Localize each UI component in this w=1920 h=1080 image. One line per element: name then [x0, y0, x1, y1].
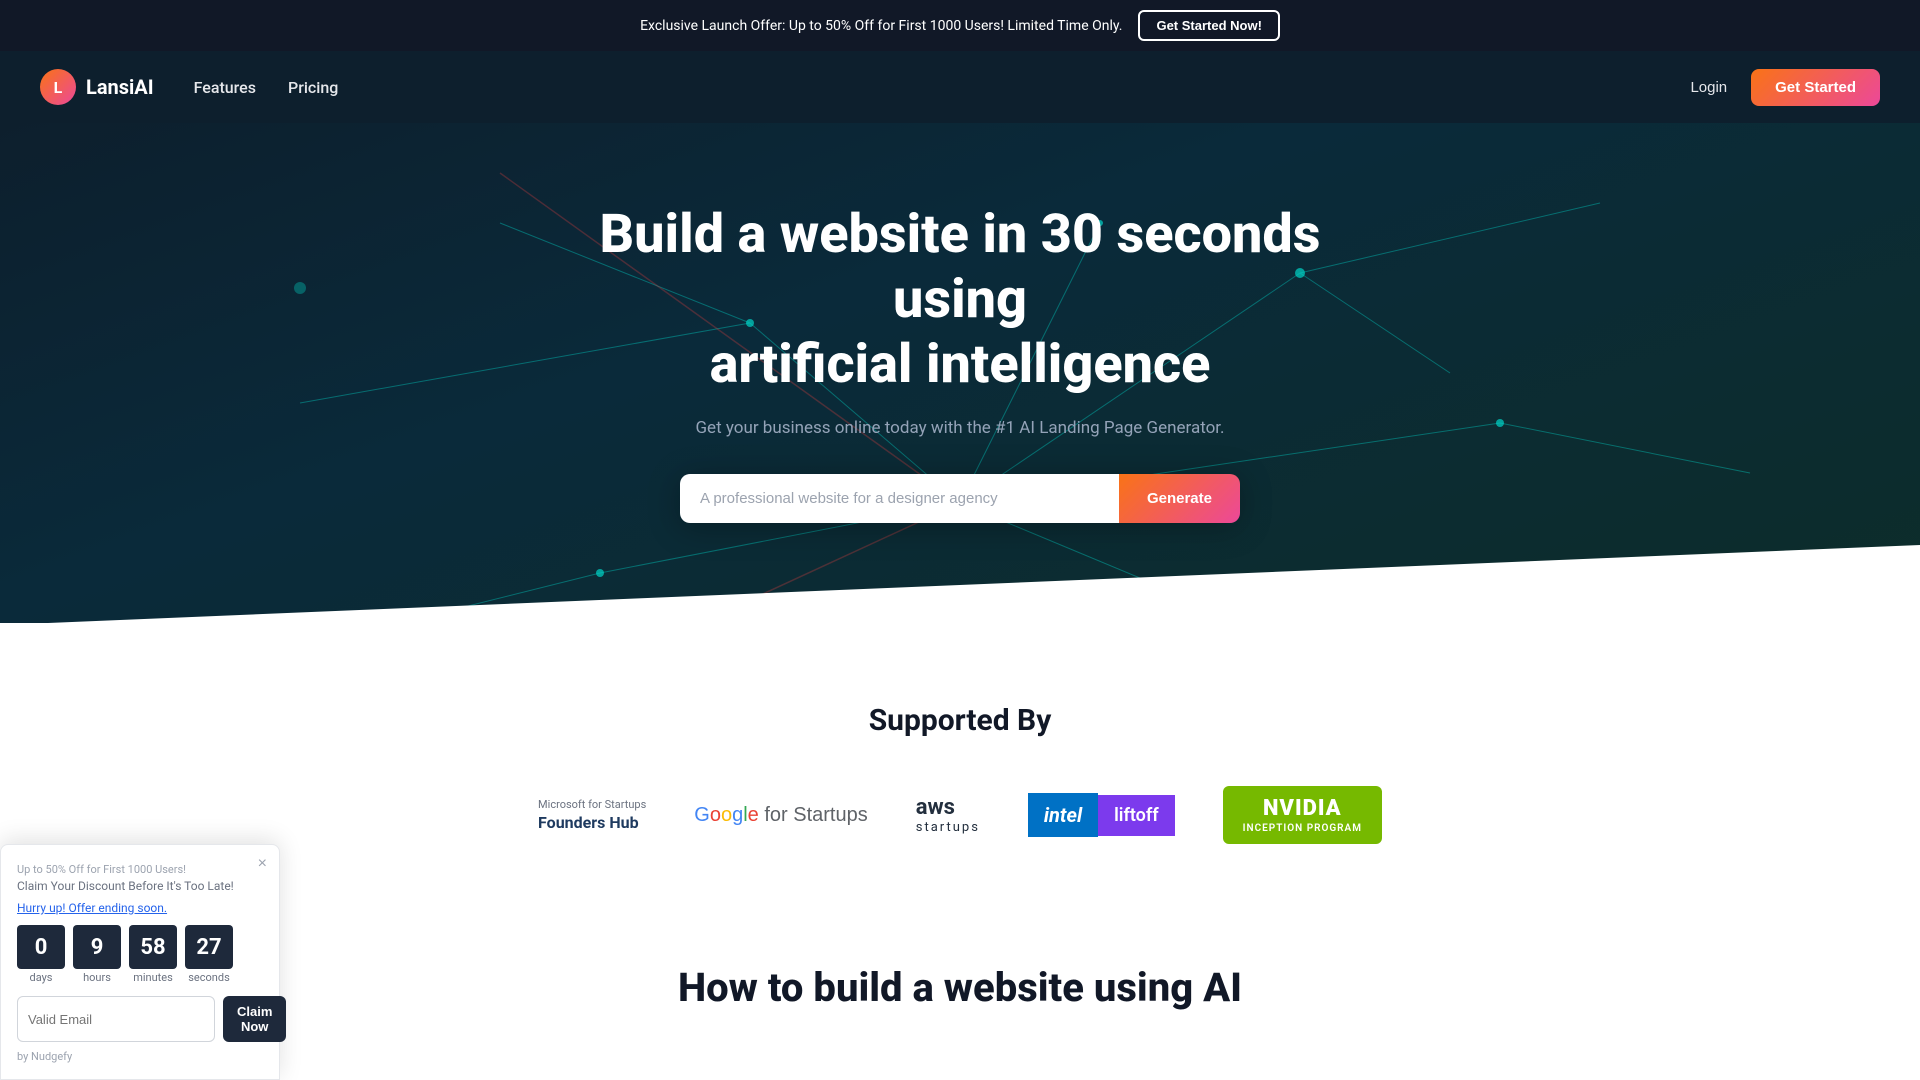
supported-heading: Supported By — [40, 703, 1880, 738]
countdown-close-button[interactable]: × — [258, 855, 267, 873]
hero-heading: Build a website in 30 seconds using arti… — [560, 203, 1360, 397]
ms-line2: Founders Hub — [538, 813, 639, 832]
logo-link[interactable]: L LansiAI — [40, 69, 154, 105]
countdown-form: Claim Now — [17, 996, 263, 1042]
days-value: 0 — [17, 925, 65, 969]
microsoft-logo: Microsoft for Startups Founders Hub — [538, 798, 646, 832]
how-section: How to build a website using AI — [0, 904, 1920, 1071]
countdown-timer: 0 days 9 hours 58 minutes 27 seconds — [17, 925, 263, 984]
minutes-unit: 58 minutes — [129, 925, 177, 984]
ms-line1: Microsoft for Startups — [538, 798, 646, 811]
how-heading: How to build a website using AI — [40, 964, 1880, 1011]
liftoff-box: liftoff — [1098, 795, 1175, 836]
nav-right: Login Get Started — [1690, 69, 1880, 106]
generate-button[interactable]: Generate — [1119, 474, 1240, 523]
top-banner: Exclusive Launch Offer: Up to 50% Off fo… — [0, 0, 1920, 51]
logo-text: LansiAI — [86, 75, 154, 99]
minutes-value: 58 — [129, 925, 177, 969]
aws-logo: aws startups — [916, 795, 980, 835]
aws-top: aws — [916, 795, 955, 820]
google-logo: Google for Startups — [694, 804, 867, 827]
intel-box: intel — [1028, 793, 1098, 837]
intel-liftoff-logo: intel liftoff — [1028, 793, 1175, 837]
nvidia-name: NVIDIA — [1263, 796, 1342, 821]
countdown-footer: by Nudgefy — [17, 1050, 263, 1063]
days-unit: 0 days — [17, 925, 65, 984]
hours-unit: 9 hours — [73, 925, 121, 984]
countdown-widget: × Up to 50% Off for First 1000 Users! Cl… — [0, 844, 280, 1080]
hours-label: hours — [83, 971, 111, 984]
countdown-title: Up to 50% Off for First 1000 Users! — [17, 861, 263, 877]
logos-row: Microsoft for Startups Founders Hub Goog… — [40, 786, 1880, 844]
nvidia-logo: NVIDIA INCEPTION PROGRAM — [1223, 786, 1382, 844]
hero-subheading: Get your business online today with the … — [695, 418, 1224, 438]
seconds-value: 27 — [185, 925, 233, 969]
navbar: L LansiAI Features Pricing Login Get Sta… — [0, 51, 1920, 123]
aws-bottom: startups — [916, 820, 980, 835]
claim-now-button[interactable]: Claim Now — [223, 996, 286, 1042]
logo-icon: L — [40, 69, 76, 105]
seconds-unit: 27 seconds — [185, 925, 233, 984]
countdown-hurry-link[interactable]: Hurry up! Offer ending soon. — [17, 901, 263, 915]
hero-form: Generate — [680, 474, 1240, 523]
countdown-email-input[interactable] — [17, 996, 215, 1042]
hero-search-input[interactable] — [680, 474, 1119, 523]
nav-pricing-link[interactable]: Pricing — [288, 78, 338, 97]
nav-features-link[interactable]: Features — [194, 78, 256, 97]
days-label: days — [30, 971, 53, 984]
hero-section: Build a website in 30 seconds using arti… — [0, 123, 1920, 623]
banner-cta-button[interactable]: Get Started Now! — [1138, 10, 1279, 41]
nvidia-program: INCEPTION PROGRAM — [1243, 823, 1362, 834]
banner-text: Exclusive Launch Offer: Up to 50% Off fo… — [640, 18, 1122, 34]
supported-by-section: Supported By Microsoft for Startups Foun… — [0, 623, 1920, 904]
hours-value: 9 — [73, 925, 121, 969]
get-started-nav-button[interactable]: Get Started — [1751, 69, 1880, 106]
nav-links: Features Pricing — [194, 78, 339, 97]
countdown-subtitle: Claim Your Discount Before It's Too Late… — [17, 879, 263, 893]
minutes-label: minutes — [133, 971, 173, 984]
seconds-label: seconds — [188, 971, 230, 984]
login-button[interactable]: Login — [1690, 79, 1727, 96]
